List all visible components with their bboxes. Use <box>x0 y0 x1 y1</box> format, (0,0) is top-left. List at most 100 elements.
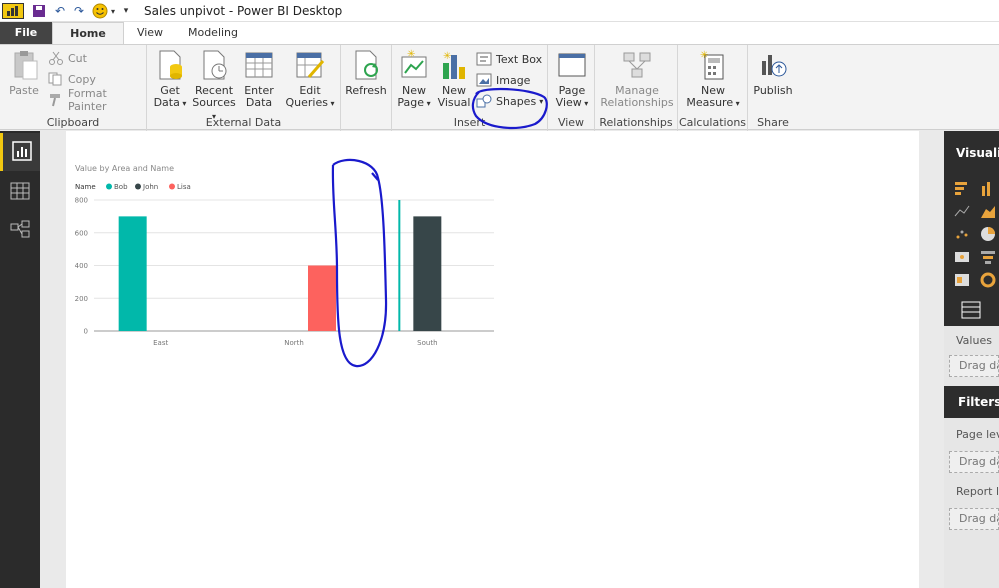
paste-label: Paste <box>9 84 39 97</box>
get-data-button[interactable]: Get Data ▾ <box>151 49 189 110</box>
undo-icon[interactable]: ↶ <box>51 3 69 19</box>
area-chart-icon[interactable] <box>980 203 996 219</box>
publish-label: Publish <box>753 84 793 97</box>
format-painter-button[interactable]: Format Painter <box>48 87 146 113</box>
new-visual-button[interactable]: ✳ New Visual <box>434 49 474 109</box>
chart-title: Value by Area and Name <box>75 164 174 173</box>
y-tick-label: 800 <box>75 197 88 205</box>
scissors-icon <box>48 51 64 65</box>
title-bar: ↶ ↷ ▾ ▾ Sales unpivot - Power BI Desktop <box>0 0 999 22</box>
legend-swatch-bob <box>106 183 112 190</box>
manage-relationships-button[interactable]: Manage Relationships <box>597 49 677 109</box>
stacked-bar-icon[interactable] <box>954 180 970 196</box>
enter-data-button[interactable]: Enter Data <box>241 49 277 109</box>
filters-header: Filters <box>944 386 999 418</box>
fields-tab[interactable] <box>944 294 999 326</box>
funnel-icon[interactable] <box>980 249 996 265</box>
paste-icon <box>9 49 39 81</box>
legend-swatch-john <box>135 183 141 190</box>
edit-queries-button[interactable]: Edit Queries ▾ <box>285 49 335 110</box>
refresh-button[interactable]: Refresh <box>343 49 389 97</box>
x-tick-label: South <box>417 339 437 347</box>
scatter-chart-icon[interactable] <box>954 226 970 242</box>
tab-home[interactable]: Home <box>52 22 124 45</box>
donut-chart-icon[interactable] <box>980 272 996 288</box>
view-group: Page View ▾ View <box>548 45 595 131</box>
tab-view[interactable]: View <box>124 22 176 44</box>
edit-dropdown-icon: ▾ <box>327 99 335 108</box>
legend-label-john: John <box>142 183 158 191</box>
legend-label-lisa: Lisa <box>177 183 191 191</box>
ribbon: Paste Cut Copy Format Painter Clipboard … <box>0 44 999 131</box>
card-icon[interactable] <box>954 272 970 288</box>
text-box-icon <box>476 52 492 66</box>
new-page-button[interactable]: ✳ New Page ▾ <box>394 49 434 110</box>
page-view-label-2: View <box>555 96 582 109</box>
clustered-column-chart[interactable]: Value by Area and Name Name Bob John Lisa … <box>66 155 506 375</box>
visualization-gallery <box>944 176 999 294</box>
page-view-button[interactable]: Page View ▾ <box>551 49 593 110</box>
refresh-label: Refresh <box>345 84 387 97</box>
smiley-feedback-icon[interactable] <box>91 3 109 19</box>
text-box-label: Text Box <box>496 52 543 66</box>
manage-relationships-icon <box>622 49 652 81</box>
publish-button[interactable]: Publish <box>750 49 796 97</box>
get-data-label-2: Data <box>153 96 180 109</box>
shapes-label: Shapes <box>496 94 537 108</box>
bar-bob-east <box>118 216 147 331</box>
data-view-button[interactable] <box>0 173 40 211</box>
new-measure-label-2: Measure <box>686 96 734 109</box>
window-title: Sales unpivot - Power BI Desktop <box>144 4 343 18</box>
enter-label-2: Data <box>245 96 273 109</box>
values-drop-zone[interactable]: Drag da <box>949 355 999 377</box>
dropdown-arrow-icon[interactable]: ▾ <box>108 3 118 19</box>
external-data-group: Get Data ▾ Recent Sources ▾ Enter Data E… <box>147 45 341 131</box>
view-group-label: View <box>557 116 585 129</box>
bar-chart-icon <box>11 140 32 164</box>
paste-button[interactable]: Paste <box>6 49 42 97</box>
page-filters-drop-zone[interactable]: Drag dat <box>949 451 999 473</box>
fields-icon <box>961 301 981 322</box>
y-tick-label: 600 <box>75 229 88 237</box>
left-nav <box>0 131 40 588</box>
recent-sources-button[interactable]: Recent Sources ▾ <box>191 49 237 123</box>
line-chart-icon[interactable] <box>954 203 970 219</box>
shapes-button[interactable]: Shapes ▾ <box>476 92 543 110</box>
table-grid-icon <box>10 181 30 204</box>
report-view-button[interactable] <box>0 133 40 171</box>
values-label: Values <box>956 334 992 347</box>
page-view-icon <box>557 49 587 81</box>
page-view-dropdown-icon: ▾ <box>581 99 589 108</box>
edit-queries-icon <box>295 49 325 81</box>
image-button[interactable]: Image <box>476 71 530 89</box>
shapes-dropdown-icon: ▾ <box>539 96 544 106</box>
y-tick-label: 200 <box>75 295 88 303</box>
stacked-column-icon[interactable] <box>980 180 996 196</box>
new-page-label-2: Page <box>397 96 425 109</box>
pie-chart-icon[interactable] <box>980 226 996 242</box>
refresh-group: Refresh <box>341 45 392 131</box>
bar-lisa-north <box>308 265 336 331</box>
legend-label-bob: Bob <box>114 183 128 191</box>
copy-button[interactable]: Copy <box>48 70 96 88</box>
report-filters-drop-zone[interactable]: Drag dat <box>949 508 999 530</box>
save-icon[interactable] <box>30 3 48 19</box>
clipboard-group-label: Clipboard <box>46 116 100 129</box>
tab-modeling[interactable]: Modeling <box>176 22 250 44</box>
model-icon <box>10 219 30 242</box>
chart-legend: Bob John Lisa <box>106 183 191 191</box>
customize-toolbar-icon[interactable]: ▾ <box>120 3 132 19</box>
map-icon[interactable] <box>954 249 970 265</box>
relationships-group: Manage Relationships Relationships <box>595 45 678 131</box>
cut-button[interactable]: Cut <box>48 49 87 67</box>
new-measure-button[interactable]: ✳ New Measure ▾ <box>682 49 744 110</box>
visualizations-header: Visualiz <box>944 131 999 176</box>
publish-icon <box>758 49 788 81</box>
relationships-view-button[interactable] <box>0 211 40 249</box>
get-data-icon <box>155 49 185 81</box>
redo-icon[interactable]: ↷ <box>70 3 88 19</box>
bar-john-south <box>413 216 442 331</box>
text-box-button[interactable]: Text Box <box>476 50 542 68</box>
tab-file[interactable]: File <box>0 22 52 44</box>
share-group-label: Share <box>757 116 789 129</box>
